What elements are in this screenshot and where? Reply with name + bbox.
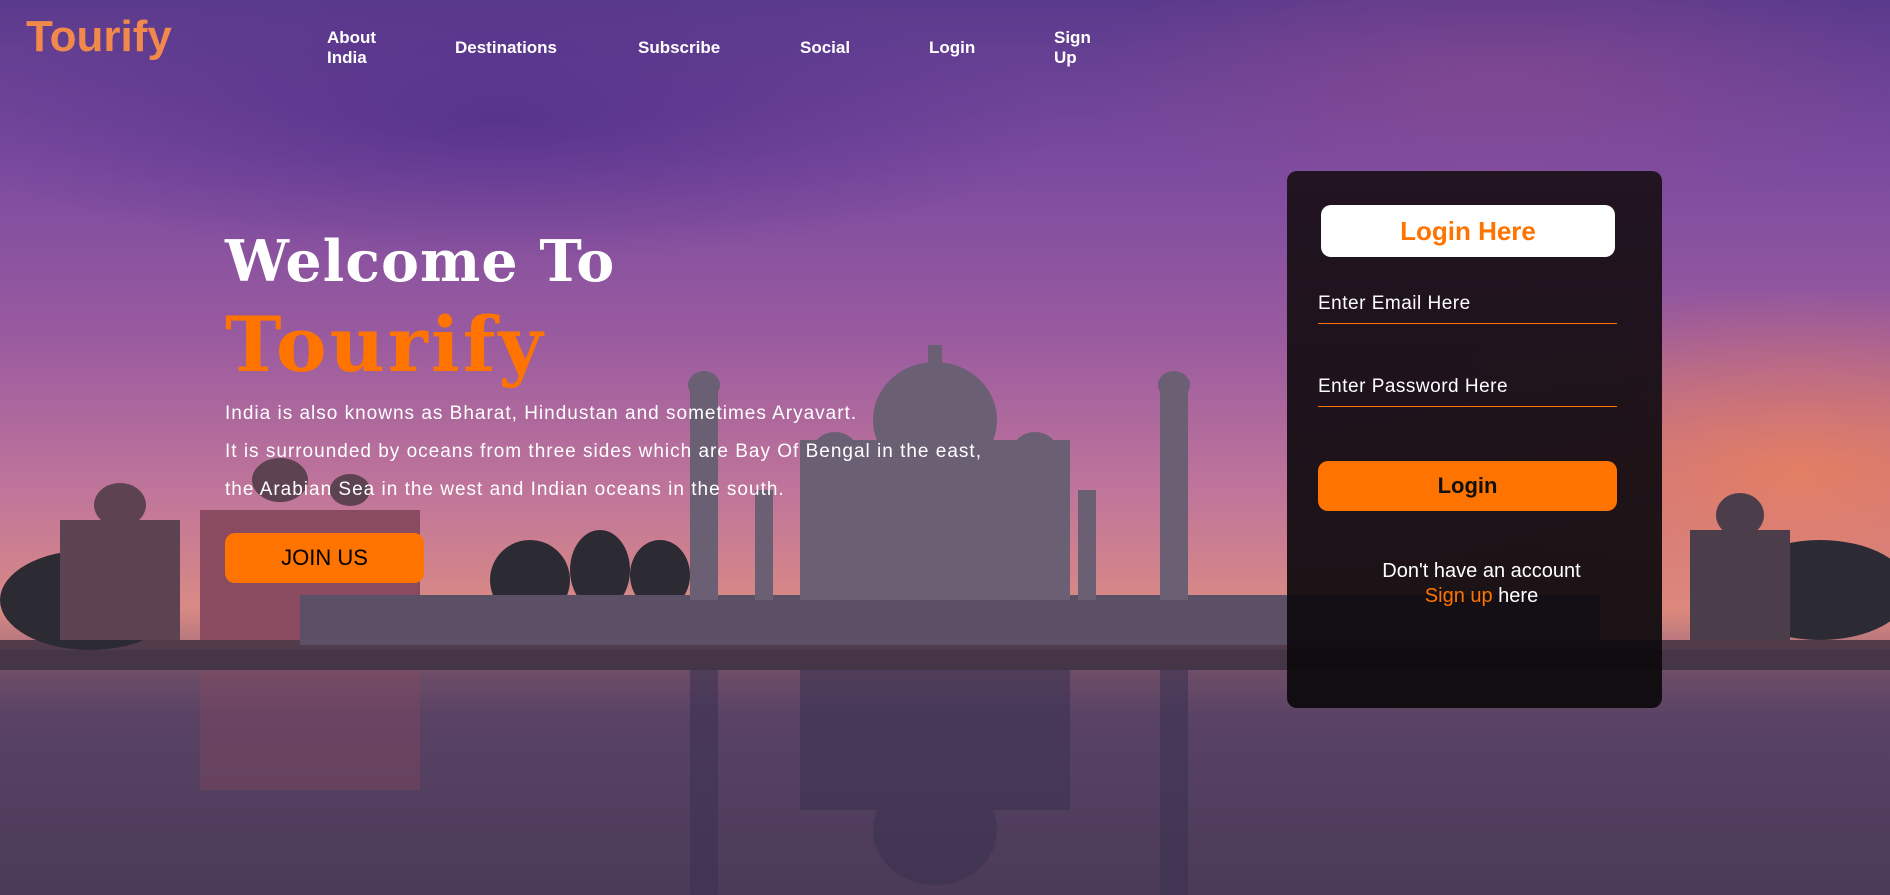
description-line: the Arabian Sea in the west and Indian o…: [225, 479, 785, 500]
password-field[interactable]: [1318, 368, 1617, 407]
email-field[interactable]: [1318, 285, 1617, 324]
description-line: It is surrounded by oceans from three si…: [225, 441, 982, 462]
nav-item-about-india[interactable]: About India: [327, 28, 376, 68]
login-button[interactable]: Login: [1318, 461, 1617, 511]
hero-description: India is also knowns as Bharat, Hindusta…: [225, 395, 1105, 509]
nav-item-subscribe[interactable]: Subscribe: [638, 38, 720, 58]
site-logo[interactable]: Tourify: [26, 12, 172, 62]
login-card: Login Here Login Don't have an account S…: [1287, 171, 1662, 708]
welcome-heading: Welcome To: [225, 228, 616, 295]
signup-suffix: here: [1492, 585, 1539, 607]
description-line: India is also knowns as Bharat, Hindusta…: [225, 403, 858, 424]
signup-link[interactable]: Sign up: [1425, 585, 1493, 607]
nav-item-destinations[interactable]: Destinations: [455, 38, 557, 58]
login-title: Login Here: [1321, 205, 1615, 257]
nav-item-social[interactable]: Social: [800, 38, 850, 58]
signup-prompt: Don't have an account Sign up here: [1287, 559, 1662, 609]
no-account-text: Don't have an account: [1382, 560, 1581, 582]
nav-item-login[interactable]: Login: [929, 38, 975, 58]
brand-heading: Tourify: [225, 300, 546, 389]
join-us-button[interactable]: JOIN US: [225, 533, 424, 583]
nav-item-sign-up[interactable]: Sign Up: [1054, 28, 1091, 68]
